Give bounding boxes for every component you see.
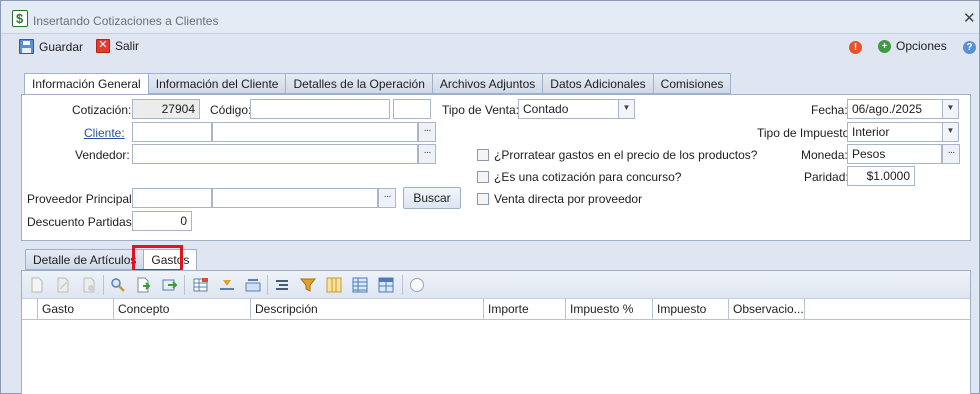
prorratear-checkbox[interactable]: ¿Prorratear gastos en el precio de los p… <box>477 148 757 162</box>
checkbox-box[interactable] <box>477 193 489 205</box>
chevron-down-icon[interactable]: ▼ <box>618 100 634 118</box>
filter-columns-icon[interactable] <box>300 277 316 293</box>
cliente-name-field[interactable] <box>212 122 418 142</box>
tab-detalle-articulos[interactable]: Detalle de Artículos <box>25 249 145 270</box>
codigo-field[interactable] <box>250 99 390 119</box>
concurso-label: ¿Es una cotización para concurso? <box>494 170 682 184</box>
tipo-venta-value: Contado <box>523 102 569 116</box>
exit-button[interactable]: ✕ Salir <box>96 39 139 53</box>
tipo-venta-label: Tipo de Venta: <box>442 103 519 117</box>
export-icon[interactable] <box>136 277 152 293</box>
proveedor-name-field[interactable] <box>212 188 378 208</box>
delete-document-icon[interactable] <box>81 277 97 293</box>
fecha-value: 06/ago./2025 <box>852 102 923 116</box>
main-tabs: Información General Información del Clie… <box>24 73 732 95</box>
vendedor-field[interactable] <box>132 144 418 164</box>
red-x-icon: ✕ <box>96 39 110 53</box>
tab-informacion-cliente[interactable]: Información del Cliente <box>148 73 287 94</box>
chevron-down-icon[interactable]: ▼ <box>942 123 958 141</box>
cotizacion-field[interactable]: 27904 <box>132 99 200 119</box>
checkbox-box[interactable] <box>477 149 489 161</box>
grid-toolbar <box>22 271 970 299</box>
descuento-field[interactable]: 0 <box>132 211 192 231</box>
floppy-disk-icon <box>19 39 34 54</box>
column-header-concepto[interactable]: Concepto <box>114 299 251 319</box>
tab-datos-adicionales[interactable]: Datos Adicionales <box>543 73 654 94</box>
title-bar: Insertando Cotizaciones a Clientes ✕ <box>1 1 979 34</box>
cotizacion-label: Cotización: <box>72 103 132 117</box>
alert-icon[interactable]: ! <box>849 41 862 54</box>
proveedor-lookup-button[interactable]: ··· <box>378 188 396 208</box>
venta-directa-label: Venta directa por proveedor <box>494 192 643 206</box>
calendar-dropdown-icon[interactable]: ▼ <box>942 100 958 118</box>
sort-icon[interactable] <box>219 277 235 293</box>
close-icon[interactable]: ✕ <box>963 11 976 26</box>
fecha-label: Fecha: <box>811 103 848 117</box>
checkbox-box[interactable] <box>477 171 489 183</box>
paridad-field[interactable]: $1.0000 <box>847 166 915 186</box>
tipo-impuesto-select[interactable]: Interior ▼ <box>847 122 959 142</box>
cliente-link[interactable]: Cliente: <box>84 126 125 140</box>
column-header-descripcion[interactable]: Descripción <box>251 299 484 319</box>
help-icon[interactable]: ? <box>963 41 976 54</box>
moneda-field[interactable]: Pesos <box>847 144 942 164</box>
tab-archivos-adjuntos[interactable]: Archivos Adjuntos <box>432 73 544 94</box>
tipo-venta-select[interactable]: Contado ▼ <box>518 99 635 119</box>
fecha-field[interactable]: 06/ago./2025 ▼ <box>847 99 959 119</box>
moneda-label: Moneda: <box>801 148 848 162</box>
prorratear-label: ¿Prorratear gastos en el precio de los p… <box>494 148 758 162</box>
search-icon[interactable] <box>110 277 126 293</box>
window-title: Insertando Cotizaciones a Clientes <box>33 14 219 28</box>
grid-config-icon[interactable] <box>193 277 209 293</box>
general-info-panel: Cotización: 27904 Código: Tipo de Venta:… <box>21 94 971 241</box>
import-icon[interactable] <box>162 277 178 293</box>
codigo-label: Código: <box>210 103 252 117</box>
cliente-code-field[interactable] <box>132 122 212 142</box>
column-header-impuesto[interactable]: Impuesto <box>653 299 729 319</box>
window: Insertando Cotizaciones a Clientes ✕ Gua… <box>0 0 980 394</box>
moneda-lookup-button[interactable]: ··· <box>942 144 960 164</box>
indent-icon[interactable] <box>274 277 290 293</box>
tab-detalles-operacion[interactable]: Detalles de la Operación <box>286 73 433 94</box>
cliente-lookup-button[interactable]: ··· <box>418 122 436 142</box>
columns-icon[interactable] <box>326 277 342 293</box>
tab-comisiones[interactable]: Comisiones <box>653 73 732 94</box>
options-label: Opciones <box>896 39 947 53</box>
proveedor-code-field[interactable] <box>132 188 212 208</box>
row-indicator-header <box>22 299 38 319</box>
column-header-impuesto-pct[interactable]: Impuesto % <box>566 299 653 319</box>
buscar-button[interactable]: Buscar <box>403 187 461 209</box>
column-header-observaciones[interactable]: Observacio... <box>729 299 805 319</box>
save-button[interactable]: Guardar <box>19 39 83 54</box>
concurso-checkbox[interactable]: ¿Es una cotización para concurso? <box>477 170 681 184</box>
vendedor-label: Vendedor: <box>75 148 130 162</box>
paridad-label: Paridad: <box>804 170 849 184</box>
proveedor-label: Proveedor Principal: <box>27 192 136 206</box>
gastos-panel: Gasto Concepto Descripción Importe Impue… <box>21 270 971 394</box>
highlight-box <box>132 245 183 272</box>
exit-label: Salir <box>115 39 140 53</box>
tipo-impuesto-value: Interior <box>852 125 890 139</box>
table-icon[interactable] <box>352 277 368 293</box>
grid-header: Gasto Concepto Descripción Importe Impue… <box>22 299 970 320</box>
tab-informacion-general[interactable]: Información General <box>24 73 149 95</box>
descuento-label: Descuento Partidas: <box>27 215 136 229</box>
save-label: Guardar <box>39 39 84 54</box>
main-toolbar: Guardar ✕ Salir ! + Opciones ? <box>1 34 979 64</box>
tipo-impuesto-label: Tipo de Impuesto: <box>757 126 853 140</box>
plus-icon: + <box>878 39 891 53</box>
group-icon[interactable] <box>245 277 261 293</box>
layout-icon[interactable] <box>378 277 394 293</box>
app-dollar-icon <box>12 10 28 27</box>
new-document-icon[interactable] <box>29 277 45 293</box>
edit-document-icon[interactable] <box>55 277 71 293</box>
column-header-gasto[interactable]: Gasto <box>38 299 114 319</box>
vendedor-lookup-button[interactable]: ··· <box>418 144 436 164</box>
circle-icon[interactable] <box>409 277 425 293</box>
codigo-extra-field[interactable] <box>393 99 431 119</box>
column-header-importe[interactable]: Importe <box>484 299 566 319</box>
venta-directa-checkbox[interactable]: Venta directa por proveedor <box>477 192 642 206</box>
options-button[interactable]: + Opciones <box>878 39 947 53</box>
